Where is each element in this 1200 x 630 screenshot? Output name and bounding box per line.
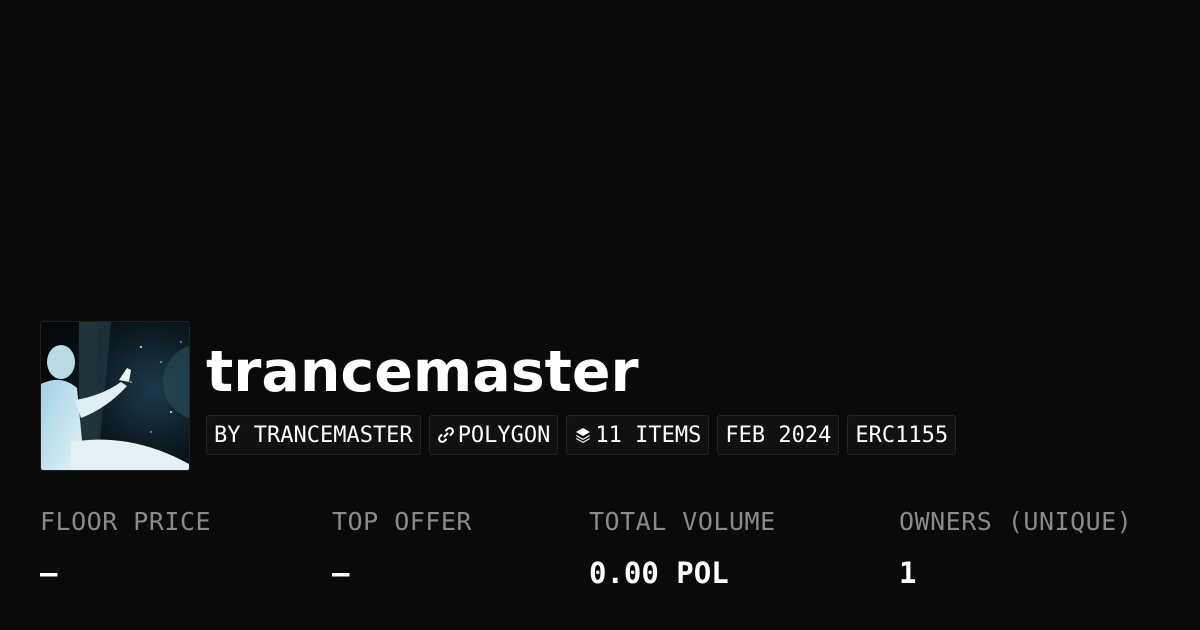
link-icon [437, 426, 455, 444]
date-tag: FEB 2024 [717, 415, 840, 455]
top-offer-label: TOP OFFER [332, 507, 472, 536]
total-volume-label: TOTAL VOLUME [589, 507, 776, 536]
floor-price-stat: FLOOR PRICE – [40, 505, 211, 591]
chain-tag-label: POLYGON [457, 422, 551, 448]
creator-tag-label: BY TRANCEMASTER [214, 422, 413, 448]
collection-title: trancemaster [206, 339, 639, 405]
total-volume-value: 0.00 POL [589, 556, 729, 590]
items-tag-label: 11 ITEMS [595, 422, 702, 448]
top-offer-value: – [332, 556, 350, 590]
owners-stat: OWNERS (UNIQUE) 1 [899, 505, 1132, 591]
total-volume-stat: TOTAL VOLUME 0.00 POL [589, 505, 776, 591]
standard-tag: ERC1155 [847, 415, 957, 455]
collection-card: trancemaster BY TRANCEMASTER POLYGON 11 … [0, 0, 1200, 630]
creator-tag[interactable]: BY TRANCEMASTER [206, 415, 421, 455]
chain-tag[interactable]: POLYGON [428, 415, 559, 455]
floor-price-label: FLOOR PRICE [40, 507, 212, 536]
date-tag-label: FEB 2024 [725, 422, 832, 448]
floor-price-value: – [40, 556, 58, 590]
owners-value: 1 [899, 556, 917, 590]
top-offer-stat: TOP OFFER – [332, 505, 472, 591]
standard-tag-label: ERC1155 [855, 422, 949, 448]
collection-avatar [40, 321, 190, 471]
owners-label: OWNERS (UNIQUE) [899, 507, 1133, 536]
collection-tags: BY TRANCEMASTER POLYGON 11 ITEMS FEB 202… [206, 415, 957, 455]
items-tag[interactable]: 11 ITEMS [566, 415, 710, 455]
layers-icon [574, 426, 592, 444]
